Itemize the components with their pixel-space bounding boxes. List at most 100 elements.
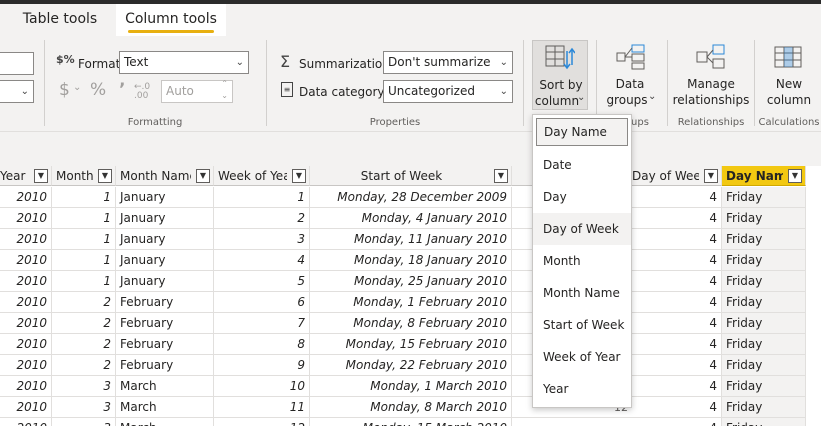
column-header-week-of-year[interactable]: Week of Year ▼ [214, 166, 310, 186]
table-cell: March [116, 376, 214, 397]
column-header-year[interactable]: Year ▼ [0, 166, 52, 186]
sort-by-column-label-2: column [534, 94, 580, 108]
filter-dropdown-icon[interactable]: ▼ [196, 169, 210, 183]
sort-menu-item[interactable]: Day [533, 181, 631, 213]
chevron-down-icon: ⌄ [648, 91, 657, 102]
table-cell: 12 [214, 418, 310, 426]
chevron-down-icon[interactable]: ⌄ [73, 82, 81, 93]
table-row: 2010 1 January 2 Monday, 4 January 2010 4 Frid… [0, 208, 821, 229]
filter-dropdown-icon[interactable]: ▼ [704, 169, 718, 183]
group-divider [266, 40, 267, 126]
decimal-places-icon[interactable]: ←.0.00 [134, 83, 150, 101]
table-cell: Monday, 15 March 2010 [310, 418, 512, 426]
table-cell: Friday [722, 292, 806, 313]
chevron-down-icon: ⌄ [235, 57, 244, 68]
column-header-day-name[interactable]: Day Name ▼ [722, 166, 806, 186]
sort-menu-item[interactable]: Day of Week [533, 213, 631, 245]
table-cell: 3 [214, 229, 310, 250]
summarization-label: Summarization [299, 57, 390, 71]
tab-table-tools[interactable]: Table tools [14, 4, 106, 36]
table-cell: 2010 [0, 229, 52, 250]
summarization-select[interactable]: Don't summarize ⌄ [383, 51, 513, 74]
group-divider [44, 40, 45, 126]
spinner-icon[interactable]: ⌃ ⌄ [221, 78, 228, 102]
currency-icon[interactable]: $ [59, 80, 70, 100]
data-category-icon: ≡ [281, 82, 293, 97]
group-label-groups: ups [631, 117, 649, 128]
table-cell: Monday, 4 January 2010 [310, 208, 512, 229]
group-divider [523, 40, 524, 126]
group-divider [667, 40, 668, 126]
chevron-down-icon: ⌄ [499, 57, 508, 68]
sort-by-column-label-1: Sort by [539, 78, 583, 92]
table-cell: March [116, 418, 214, 426]
new-column-label-2: column [766, 93, 812, 107]
table-cell: Friday [722, 313, 806, 334]
filter-dropdown-icon[interactable]: ▼ [788, 169, 802, 183]
name-field-clipped[interactable] [0, 52, 34, 75]
table-cell: 9 [214, 355, 310, 376]
data-groups-label-2: groups [606, 93, 648, 107]
data-category-select[interactable]: Uncategorized ⌄ [383, 80, 513, 103]
sort-menu-item[interactable]: Month Name [533, 277, 631, 309]
group-label-relationships: Relationships [677, 117, 745, 128]
filter-dropdown-icon[interactable]: ▼ [34, 169, 48, 183]
sort-menu-item[interactable]: Year [533, 373, 631, 405]
table-cell: January [116, 187, 214, 208]
column-header-label: Year [0, 169, 26, 183]
sort-menu-item[interactable]: Start of Week [533, 309, 631, 341]
table-cell: 3 [52, 418, 116, 426]
table-row: 2010 1 January 1 Monday, 28 December 2009 4 Fr… [0, 187, 821, 208]
format-select[interactable]: Text ⌄ [119, 51, 249, 74]
sort-by-column-menu: Day Name Date Day Day of Week Month Month Nam… [532, 114, 632, 408]
filter-dropdown-icon[interactable]: ▼ [494, 169, 508, 183]
chevron-down-icon: ⌄ [499, 86, 508, 97]
column-header-month-name[interactable]: Month Name ▼ [116, 166, 214, 186]
table-cell: 8 [214, 334, 310, 355]
table-cell: February [116, 334, 214, 355]
filter-dropdown-icon[interactable]: ▼ [292, 169, 306, 183]
sort-menu-item[interactable]: Week of Year [533, 341, 631, 373]
table-cell: 4 [512, 418, 722, 426]
column-header-month[interactable]: Month ▼ [52, 166, 116, 186]
table-cell: Monday, 22 February 2010 [310, 355, 512, 376]
table-cell: March [116, 397, 214, 418]
tab-column-tools[interactable]: Column tools [116, 4, 226, 36]
table-cell: January [116, 250, 214, 271]
column-header-label: Month Name [120, 169, 191, 183]
table-cell: 2 [214, 208, 310, 229]
filter-dropdown-icon[interactable]: ▼ [98, 169, 112, 183]
summarization-icon: Σ [280, 52, 291, 71]
table-cell: 1 [52, 250, 116, 271]
table-row: 2010 3 March 10 Monday, 1 March 2010 4 Friday [0, 376, 821, 397]
new-column-button[interactable]: New column [760, 40, 818, 114]
manage-relationships-button[interactable]: Manage relationships [672, 40, 750, 114]
manage-relationships-label-2: relationships [672, 93, 750, 107]
table-cell: 3 [52, 397, 116, 418]
data-category-select-value: Uncategorized [388, 84, 475, 98]
table-cell: 2010 [0, 250, 52, 271]
comma-icon[interactable]: ’ [119, 80, 125, 100]
table-cell: 2010 [0, 376, 52, 397]
table-cell: 1 [52, 208, 116, 229]
table-cell: January [116, 271, 214, 292]
table-cell: Friday [722, 208, 806, 229]
table-cell: 7 [214, 313, 310, 334]
table-cell: January [116, 208, 214, 229]
data-groups-icon [616, 44, 645, 70]
sort-by-column-button[interactable]: Sort by column ⌄ [532, 40, 588, 110]
table-row: 2010 1 January 5 Monday, 25 January 2010 4 Fri… [0, 271, 821, 292]
data-type-select-clipped[interactable]: ⌄ [0, 80, 34, 103]
decimal-places-input[interactable]: Auto ⌃ ⌄ [161, 78, 233, 103]
sort-menu-item[interactable]: Month [533, 245, 631, 277]
sort-menu-item[interactable]: Date [533, 149, 631, 181]
table-cell: Monday, 25 January 2010 [310, 271, 512, 292]
sort-menu-item[interactable]: Day Name [536, 118, 628, 146]
table-cell: 1 [52, 271, 116, 292]
table-cell: Friday [722, 355, 806, 376]
table-cell: Monday, 1 February 2010 [310, 292, 512, 313]
column-header-start-of-week[interactable]: Start of Week ▼ [310, 166, 512, 186]
data-groups-button[interactable]: Data groups ⌄ [602, 40, 658, 114]
table-cell: 2010 [0, 313, 52, 334]
percent-icon[interactable]: % [90, 80, 106, 100]
